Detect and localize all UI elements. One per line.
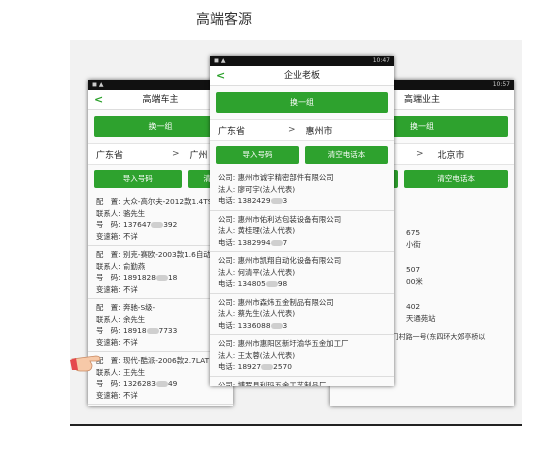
car-config: 配 置: 奔驰-S级-	[96, 303, 156, 312]
phone-number: 电话: 134805 98	[218, 279, 288, 288]
phone-number: 电话: 1336088 3	[218, 320, 288, 330]
clear-button[interactable]: 清空电话本	[305, 146, 388, 164]
redacted-mark	[270, 198, 283, 204]
contact-name: 联系人: 王先生	[96, 367, 146, 377]
status-time: 10:57	[492, 81, 510, 88]
text-fragment: 675	[406, 228, 421, 237]
page-title: 高端客源	[196, 12, 252, 28]
status-time: 10:47	[372, 57, 390, 64]
divider	[70, 424, 522, 426]
redacted-mark	[146, 328, 159, 334]
gearbox: 变速箱: 不详	[96, 231, 138, 241]
list-item[interactable]: 公司: 惠州市惠阳区新圩渝华五金加工厂 法人: 王太蓉(法人代表) 电话: 1892…	[210, 335, 394, 377]
phone-number: 电话: 18927 2570	[218, 362, 292, 371]
list-item[interactable]: 公司: 惠州市佑利达包装设备有限公司 法人: 黄桂理(法人代表) 电话: 13829…	[210, 211, 394, 252]
screen-title: 高端车主	[142, 95, 179, 105]
phone-center: ◼ ▲ 10:47 < 企业老板 换一组 广东省 > 惠州市 导入号码 清空电话本…	[210, 56, 394, 386]
company-name: 公司: 博罗县利玛五金工艺制品厂	[218, 380, 327, 387]
chevron-right-icon: >	[416, 149, 424, 159]
company-name: 公司: 惠州市凯翔自动化设备有限公司	[218, 256, 342, 265]
redacted-mark	[265, 281, 278, 287]
list-item[interactable]: 公司: 惠州市森炜五金制品有限公司 法人: 蔡先生(法人代表) 电话: 133608…	[210, 294, 394, 335]
company-name: 公司: 惠州市诚宇精密部件有限公司	[218, 173, 334, 182]
phone-number: 电话: 1382429 3	[218, 196, 288, 205]
city-label[interactable]: 广州	[190, 148, 208, 161]
pointing-hand-icon	[70, 355, 101, 372]
company-name: 公司: 惠州市佑利达包装设备有限公司	[218, 214, 342, 224]
back-icon[interactable]: <	[94, 90, 103, 110]
car-config: 配 置: 现代-酷派-2006款2.7LAT	[96, 356, 210, 365]
phone-number: 号 码: 18918 7733	[96, 326, 178, 335]
redacted-mark	[270, 322, 283, 329]
notification-icon: ◼ ▲	[92, 81, 104, 88]
import-button[interactable]: 导入号码	[94, 170, 182, 188]
status-bar: ◼ ▲ 10:47	[210, 56, 394, 66]
redacted-mark	[155, 275, 168, 281]
list-item[interactable]: 公司: 惠州市凯翔自动化设备有限公司 法人: 何清平(法人代表) 电话: 13480…	[210, 252, 394, 294]
record-list: 公司: 惠州市诚宇精密部件有限公司 法人: 廖可宇(法人代表) 电话: 138242…	[210, 169, 394, 386]
legal-person: 法人: 王太蓉(法人代表)	[218, 350, 296, 360]
legal-person: 法人: 何清平(法人代表)	[218, 267, 296, 277]
legal-person: 法人: 蔡先生(法人代表)	[218, 309, 296, 318]
phone-number: 号 码: 1326283 49	[96, 379, 178, 388]
text-fragment: 402	[406, 302, 421, 311]
chevron-right-icon: >	[172, 149, 180, 159]
import-button[interactable]: 导入号码	[216, 146, 299, 164]
car-config: 配 置: 别克-赛欧-2003款1.6自动SI	[96, 250, 218, 259]
phone-number: 电话: 1382994 7	[218, 237, 288, 247]
list-item[interactable]: 公司: 博罗县利玛五金工艺制品厂	[210, 377, 394, 387]
car-config: 配 置: 大众-高尔夫-2012款1.4TSI	[96, 197, 215, 206]
legal-person: 法人: 黄桂理(法人代表)	[218, 226, 296, 235]
redacted-mark	[270, 239, 283, 246]
clear-button[interactable]: 清空电话本	[404, 170, 508, 188]
screen-title: 企业老板	[283, 71, 320, 81]
redacted-mark	[261, 364, 274, 370]
swap-button[interactable]: 换一组	[216, 92, 388, 113]
province-label[interactable]: 广东省	[96, 148, 166, 161]
contact-name: 联系人: 余先生	[96, 314, 146, 324]
text-fragment: 天通苑站	[406, 313, 436, 323]
back-icon[interactable]: <	[216, 66, 225, 86]
city-label[interactable]: 北京市	[438, 148, 465, 161]
gearbox: 变速箱: 不详	[96, 390, 138, 400]
province-label[interactable]: 广东省	[218, 124, 288, 137]
nav-bar: < 企业老板	[210, 66, 394, 86]
city-label[interactable]: 惠州市	[306, 124, 333, 137]
contact-name: 联系人: 俞勤燕	[96, 261, 146, 271]
phone-number: 号 码: 1891828 18	[96, 273, 178, 282]
phone-number: 号 码: 137647 392	[96, 220, 178, 229]
notification-icon: ◼ ▲	[214, 57, 226, 64]
text-fragment: 小街	[406, 239, 421, 249]
gearbox: 变速箱: 不详	[96, 284, 138, 294]
screen-title: 高端业主	[403, 95, 440, 105]
contact-name: 联系人: 骆先生	[96, 208, 146, 218]
chevron-right-icon: >	[288, 125, 296, 135]
gearbox: 变速箱: 不详	[96, 337, 138, 347]
redacted-mark	[151, 222, 164, 228]
text-fragment: 507	[406, 265, 421, 274]
swap-button[interactable]: 换一组	[94, 116, 227, 137]
redacted-mark	[155, 381, 168, 387]
legal-person: 法人: 廖可宇(法人代表)	[218, 184, 296, 194]
text-fragment: 00米	[406, 276, 423, 286]
list-item[interactable]: 公司: 惠州市诚宇精密部件有限公司 法人: 廖可宇(法人代表) 电话: 138242…	[210, 169, 394, 211]
company-name: 公司: 惠州市惠阳区新圩渝华五金加工厂	[218, 339, 349, 348]
region-selector[interactable]: 广东省 > 惠州市	[210, 119, 394, 141]
company-name: 公司: 惠州市森炜五金制品有限公司	[218, 297, 334, 307]
